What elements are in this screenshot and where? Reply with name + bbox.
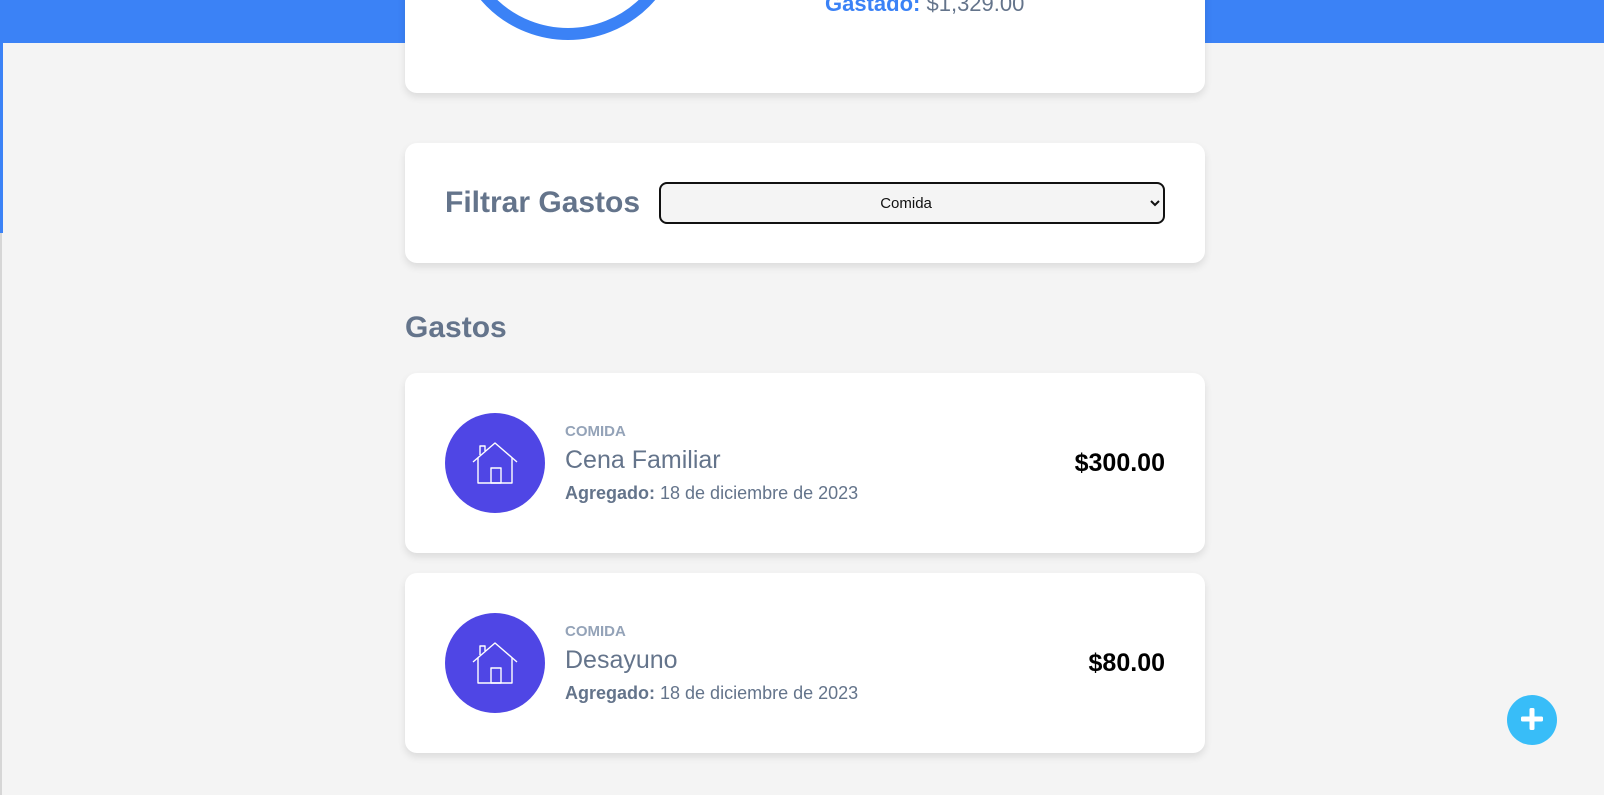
category-filter-select[interactable]: Comida <box>659 182 1165 224</box>
expense-amount: $300.00 <box>1074 448 1165 477</box>
expense-details: COMIDA Cena Familiar Agregado: 18 de dic… <box>565 423 1075 504</box>
house-icon <box>445 413 545 513</box>
expense-details: COMIDA Desayuno Agregado: 18 de diciembr… <box>565 623 1089 704</box>
expense-category: COMIDA <box>565 622 626 640</box>
expense-date: Agregado: 18 de diciembre de 2023 <box>565 483 1075 504</box>
plus-icon <box>1519 706 1545 735</box>
expense-category: COMIDA <box>565 422 626 440</box>
add-expense-button[interactable] <box>1507 695 1557 745</box>
header-band-edge <box>0 0 3 233</box>
expense-item[interactable]: COMIDA Desayuno Agregado: 18 de diciembr… <box>405 573 1205 753</box>
window-edge <box>0 233 2 795</box>
budget-summary-card: Gastado: $1,329.00 <box>405 0 1205 93</box>
expense-date-label: Agregado: <box>565 482 655 503</box>
spent-value: $1,329.00 <box>926 0 1025 16</box>
house-icon <box>445 613 545 713</box>
spent-amount: Gastado: $1,329.00 <box>825 0 1024 17</box>
spent-label: Gastado: <box>825 0 921 16</box>
expense-item[interactable]: COMIDA Cena Familiar Agregado: 18 de dic… <box>405 373 1205 553</box>
expense-amount: $80.00 <box>1088 648 1165 677</box>
filter-title: Filtrar Gastos <box>445 186 641 219</box>
expense-name: Desayuno <box>565 645 678 674</box>
expense-name: Cena Familiar <box>565 445 721 474</box>
expenses-section-title: Gastos <box>405 311 507 344</box>
expense-date-value: 18 de diciembre de 2023 <box>660 682 859 703</box>
budget-progress-ring <box>453 0 683 40</box>
filter-card: Filtrar Gastos Comida <box>405 143 1205 263</box>
expense-date-value: 18 de diciembre de 2023 <box>660 482 859 503</box>
expense-date: Agregado: 18 de diciembre de 2023 <box>565 683 1089 704</box>
expense-date-label: Agregado: <box>565 682 655 703</box>
